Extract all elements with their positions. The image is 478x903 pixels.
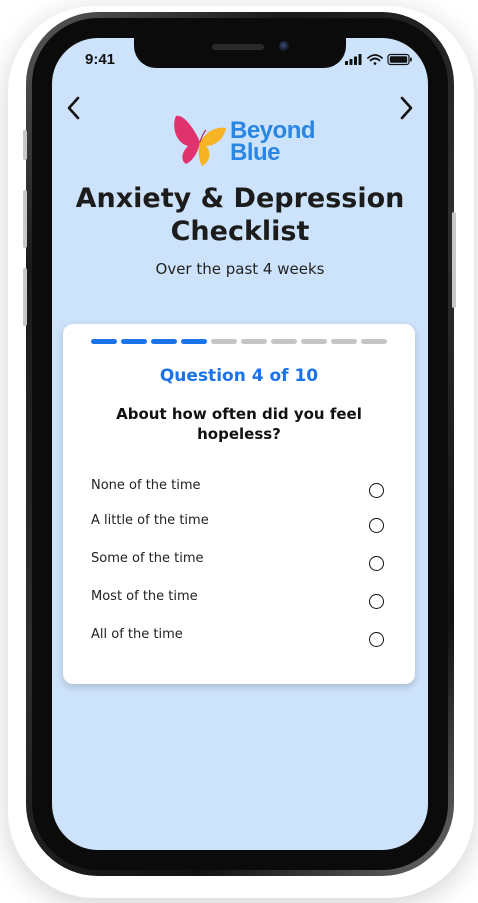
- logo-word-blue: Blue: [230, 139, 281, 166]
- logo-wordmark: Beyond Blue: [230, 119, 316, 166]
- progress-segment-complete: [121, 339, 147, 344]
- page-title: Anxiety & Depression Checklist: [75, 183, 405, 247]
- radio-button[interactable]: [369, 518, 384, 533]
- progress-segment-pending: [241, 339, 267, 344]
- chevron-left-icon: [67, 96, 80, 120]
- front-camera: [279, 41, 290, 52]
- forward-button[interactable]: [394, 95, 418, 121]
- progress-segment-complete: [181, 339, 207, 344]
- option-some-of-the-time[interactable]: Some of the time: [83, 551, 395, 581]
- progress-segment-pending: [211, 339, 237, 344]
- radio-button[interactable]: [369, 594, 384, 609]
- radio-button[interactable]: [369, 632, 384, 647]
- back-button[interactable]: [62, 95, 86, 121]
- silent-switch: [23, 130, 27, 160]
- status-icons: [344, 52, 414, 68]
- progress-segment-pending: [331, 339, 357, 344]
- volume-up-button: [23, 190, 27, 248]
- progress-segment-pending: [361, 339, 387, 344]
- progress-segment-complete: [91, 339, 117, 344]
- status-time: 9:41: [85, 51, 116, 68]
- power-button: [452, 212, 456, 308]
- battery-icon: [387, 53, 412, 66]
- option-most-of-the-time[interactable]: Most of the time: [83, 589, 395, 619]
- progress-bar: [91, 339, 389, 344]
- progress-segment-pending: [301, 339, 327, 344]
- wifi-icon: [367, 54, 383, 65]
- volume-down-button: [23, 268, 27, 326]
- option-label: None of the time: [91, 478, 201, 493]
- option-label: A little of the time: [91, 513, 209, 528]
- option-none-of-the-time[interactable]: None of the time: [83, 478, 395, 508]
- cellular-signal-icon: [345, 54, 362, 65]
- option-label: Some of the time: [91, 551, 204, 566]
- progress-segment-pending: [271, 339, 297, 344]
- butterfly-logo-icon: [174, 115, 226, 166]
- notch: [134, 34, 346, 68]
- speaker-grille: [212, 44, 264, 50]
- radio-button[interactable]: [369, 556, 384, 571]
- stage: 9:41 Beyond Blue Anxiety & Depression Ch…: [0, 0, 478, 903]
- question-text: About how often did you feel hopeless?: [116, 405, 362, 443]
- progress-segment-complete: [151, 339, 177, 344]
- beyond-blue-logo: Beyond Blue: [170, 112, 320, 172]
- question-card: Question 4 of 10 About how often did you…: [63, 324, 415, 684]
- radio-button[interactable]: [369, 483, 384, 498]
- option-a-little-of-the-time[interactable]: A little of the time: [83, 513, 395, 543]
- chevron-right-icon: [400, 96, 413, 120]
- option-label: All of the time: [91, 627, 183, 642]
- page-subtitle: Over the past 4 weeks: [155, 260, 325, 278]
- option-label: Most of the time: [91, 589, 198, 604]
- option-all-of-the-time[interactable]: All of the time: [83, 627, 395, 657]
- question-number: Question 4 of 10: [159, 366, 319, 386]
